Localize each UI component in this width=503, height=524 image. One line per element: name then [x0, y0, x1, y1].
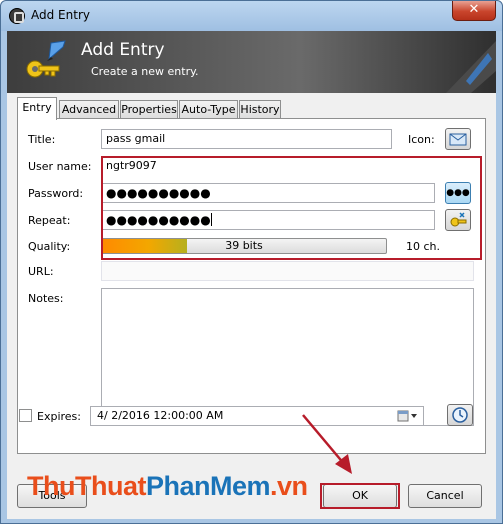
- watermark-part1: ThuThuat: [27, 471, 146, 501]
- tab-advanced[interactable]: Advanced: [59, 100, 119, 119]
- keepass-key-icon: [26, 40, 66, 78]
- tab-properties[interactable]: Properties: [120, 100, 178, 119]
- tab-entry[interactable]: Entry: [17, 97, 57, 120]
- repeat-label: Repeat:: [28, 214, 71, 227]
- watermark-part2: PhanMem: [145, 471, 271, 501]
- notes-label: Notes:: [28, 292, 64, 305]
- quality-label: Quality:: [28, 240, 71, 253]
- dialog-client-area: Entry Advanced Properties Auto-Type Hist…: [7, 93, 496, 519]
- ok-annotation-box: [320, 483, 400, 509]
- icon-label: Icon:: [408, 133, 435, 146]
- expires-checkbox[interactable]: [19, 409, 32, 422]
- banner-subtitle: Create a new entry.: [91, 65, 199, 78]
- password-label: Password:: [28, 187, 84, 200]
- title-label: Title:: [28, 133, 56, 146]
- calendar-icon[interactable]: [397, 409, 419, 423]
- tab-auto-type[interactable]: Auto-Type: [179, 100, 238, 119]
- cancel-button[interactable]: Cancel: [408, 484, 482, 508]
- url-field[interactable]: [101, 261, 474, 281]
- window-title: Add Entry: [31, 8, 90, 22]
- banner-decoration-icon: [446, 41, 496, 93]
- entry-tab-panel: Title: pass gmail Icon: User name: ngtr9…: [17, 118, 486, 454]
- url-label: URL:: [28, 265, 54, 278]
- annotation-highlight-box: [101, 156, 482, 260]
- icon-picker-button[interactable]: [445, 128, 471, 150]
- watermark-logo: ThuThuatPhanMem.vn: [27, 471, 308, 502]
- envelope-icon: [449, 133, 467, 146]
- title-field[interactable]: pass gmail: [101, 129, 392, 149]
- close-button[interactable]: ✕: [452, 1, 496, 21]
- expires-date-value: 4/ 2/2016 12:00:00 AM: [97, 409, 224, 422]
- clock-icon: [452, 407, 468, 423]
- watermark-part3: .vn: [270, 471, 308, 501]
- title-bar[interactable]: Add Entry ✕: [1, 1, 502, 31]
- lock-icon: [9, 8, 25, 24]
- banner-title: Add Entry: [81, 40, 165, 60]
- tab-history[interactable]: History: [239, 100, 281, 119]
- expires-label: Expires:: [37, 410, 81, 423]
- username-label: User name:: [28, 160, 92, 173]
- expiry-presets-button[interactable]: [447, 404, 473, 426]
- expires-date-picker[interactable]: 4/ 2/2016 12:00:00 AM: [90, 406, 424, 426]
- add-entry-window: Add Entry ✕ Add Entry Create a new entry…: [0, 0, 503, 524]
- header-banner: Add Entry Create a new entry.: [7, 31, 496, 93]
